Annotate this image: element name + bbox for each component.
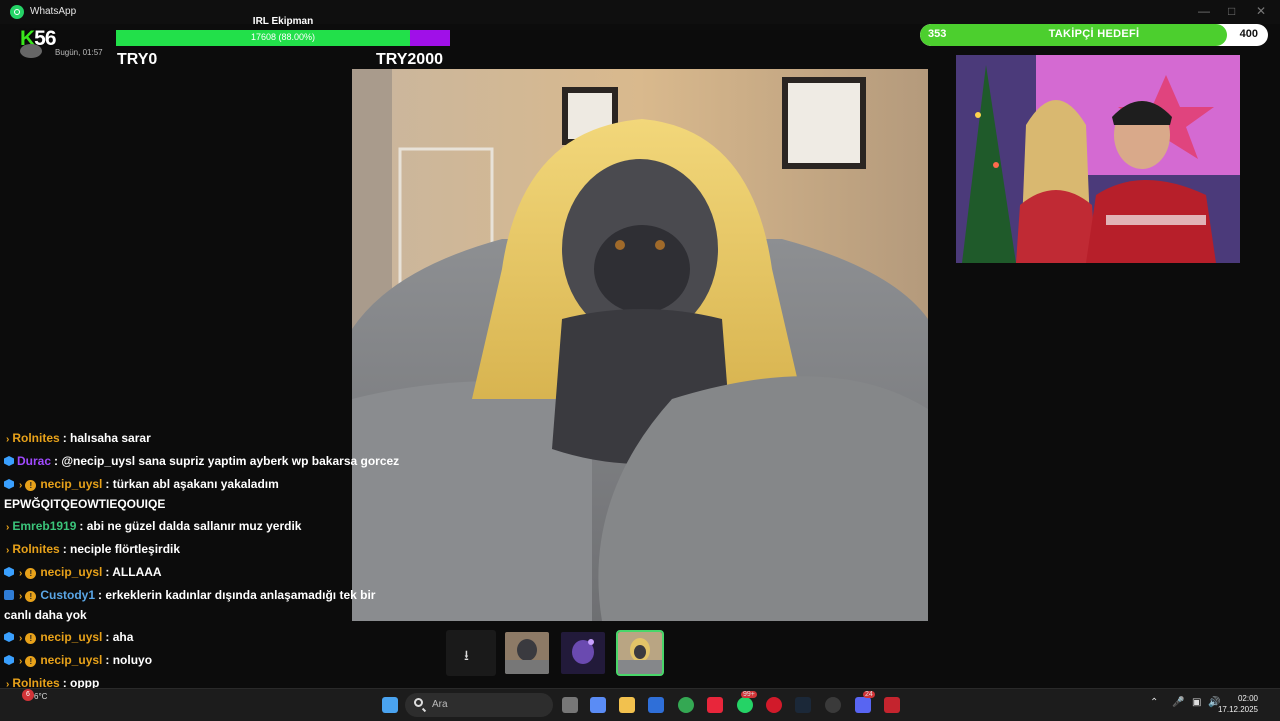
chat-message: ›! necip_uysl: ALLAAA xyxy=(4,563,394,583)
chat-message: › Emreb1919: abi ne güzel dalda sallanır … xyxy=(4,517,394,537)
chat-username[interactable]: Rolnites xyxy=(12,431,59,445)
chevron-icon: › xyxy=(19,656,23,667)
whatsapp-badge: 99+ xyxy=(741,691,757,698)
avatar xyxy=(20,44,42,58)
donation-goal-min: TRY0 xyxy=(117,51,158,68)
chevron-icon: › xyxy=(6,522,10,533)
chat-text-continued: canlı daha yok xyxy=(4,608,87,622)
subscriber-badge-icon xyxy=(4,456,14,466)
chat-username[interactable]: necip_uysl xyxy=(40,477,102,491)
chrome-icon[interactable] xyxy=(678,697,694,713)
chat-text: : neciple flörtleşirdik xyxy=(62,542,181,556)
main-image-gorilla-sofa xyxy=(352,69,928,621)
chat-username[interactable]: Emreb1919 xyxy=(12,519,76,533)
subscriber-badge-icon xyxy=(4,567,14,577)
steam-icon[interactable] xyxy=(795,697,811,713)
chat-text: : ALLAAA xyxy=(105,565,162,579)
webcam-feed xyxy=(956,55,1240,263)
chat-message: ›! Custody1: erkeklerin kadınlar dışında … xyxy=(4,586,394,625)
chevron-icon: › xyxy=(19,591,23,602)
chat-message: › Rolnites: halısaha sarar xyxy=(4,429,394,449)
store-icon[interactable] xyxy=(648,697,664,713)
chevron-icon: › xyxy=(6,545,10,556)
clock[interactable]: 02:00 17.12.2025 xyxy=(1218,693,1258,715)
discord-icon[interactable] xyxy=(855,697,871,713)
donation-goal-max: TRY2000 xyxy=(376,51,443,68)
chat-username[interactable]: necip_uysl xyxy=(40,565,102,579)
obs-icon[interactable] xyxy=(825,697,841,713)
download-button[interactable]: ⭳ xyxy=(446,630,496,676)
thumbnail-2[interactable] xyxy=(561,632,605,674)
tray-chevron-icon[interactable]: ⌃ xyxy=(1150,697,1158,708)
donation-goal-bar: 17608 (88.00%) xyxy=(116,30,450,46)
coin-badge-icon: ! xyxy=(25,568,37,579)
chevron-icon: › xyxy=(6,434,10,445)
start-icon[interactable] xyxy=(382,697,398,713)
maximize-button[interactable]: □ xyxy=(1228,4,1235,18)
download-icon: ⭳ xyxy=(464,647,469,663)
chat-username[interactable]: Rolnites xyxy=(12,542,59,556)
chat-username[interactable]: necip_uysl xyxy=(40,630,102,644)
chevron-icon: › xyxy=(19,633,23,644)
network-icon[interactable]: ▣ xyxy=(1192,697,1201,708)
chat-username[interactable]: Custody1 xyxy=(40,588,95,602)
chat-message: ›! necip_uysl: türkan abl aşakanı yakalad… xyxy=(4,475,394,514)
chat-message: Durac: @necip_uysl sana supriz yaptim ay… xyxy=(4,452,399,471)
coin-badge-icon: ! xyxy=(25,480,37,491)
subscriber-badge-icon xyxy=(4,479,14,489)
notification-badge: 6 xyxy=(22,689,34,701)
chat-message: ›! necip_uysl: noluyo xyxy=(4,651,394,671)
coin-badge-icon: ! xyxy=(25,591,37,602)
chat-message: › Rolnites: neciple flörtleşirdik xyxy=(4,540,394,560)
chat-text: : halısaha sarar xyxy=(62,431,151,445)
thumbnail-3[interactable] xyxy=(616,630,664,676)
taskbar: 6 6°C Ara 99+ 24 ⌃ 🎤 ▣ 🔊 02:00 17.12.202… xyxy=(0,688,1280,721)
vip-badge-icon xyxy=(4,590,14,600)
close-button[interactable]: ✕ xyxy=(1256,4,1266,18)
search-icon xyxy=(414,698,423,707)
discord-badge: 24 xyxy=(863,691,875,698)
chat-username[interactable]: necip_uysl xyxy=(40,653,102,667)
follower-goal-bar: 353 TAKİPÇİ HEDEFİ 400 xyxy=(920,24,1268,46)
chat-timestamp: Bugün, 01:57 xyxy=(55,48,103,57)
chat-username[interactable]: Durac xyxy=(17,454,51,468)
chat-text: : erkeklerin kadınlar dışında anlaşamadı… xyxy=(98,588,376,602)
thumbnail-1[interactable] xyxy=(505,632,549,674)
donation-goal-title: IRL Ekipman xyxy=(252,16,314,27)
chat-message: ›! necip_uysl: aha xyxy=(4,628,394,648)
chevron-icon: › xyxy=(19,480,23,491)
coin-badge-icon: ! xyxy=(25,656,37,667)
subscriber-badge-icon xyxy=(4,632,14,642)
whatsapp-icon xyxy=(10,5,24,19)
follower-goal-label: TAKİPÇİ HEDEFİ xyxy=(1048,28,1140,40)
file-explorer-icon[interactable] xyxy=(619,697,635,713)
coin-badge-icon: ! xyxy=(25,633,37,644)
chat-text: : noluyo xyxy=(105,653,153,667)
window-titlebar: WhatsApp — □ ✕ xyxy=(0,0,1280,24)
copilot-icon[interactable] xyxy=(590,697,606,713)
opera-icon[interactable] xyxy=(766,697,782,713)
subscriber-badge-icon xyxy=(4,655,14,665)
follower-goal-target: 400 xyxy=(1239,28,1258,40)
chat-text-continued: EPWĞQITQEOWTIEQOUIQE xyxy=(4,497,166,511)
window-title: WhatsApp xyxy=(30,6,77,17)
chat-text: : abi ne güzel dalda sallanır muz yerdik xyxy=(79,519,302,533)
chat-text: : türkan abl aşakanı yakaladım xyxy=(105,477,279,491)
app-icon[interactable] xyxy=(884,697,900,713)
youtube-icon[interactable] xyxy=(707,697,723,713)
donation-goal-progress-text: 17608 (88.00%) xyxy=(250,32,316,42)
task-view-icon[interactable] xyxy=(562,697,578,713)
weather-temperature[interactable]: 6°C xyxy=(34,692,47,701)
chevron-icon: › xyxy=(19,568,23,579)
chat-text: : @necip_uysl sana supriz yaptim ayberk … xyxy=(54,454,400,468)
search-box[interactable]: Ara xyxy=(405,693,553,717)
search-placeholder: Ara xyxy=(432,699,448,710)
microphone-icon[interactable]: 🎤 xyxy=(1172,697,1184,708)
whatsapp-taskbar-icon[interactable] xyxy=(737,697,753,713)
chat-text: : aha xyxy=(105,630,134,644)
minimize-button[interactable]: — xyxy=(1198,4,1210,18)
